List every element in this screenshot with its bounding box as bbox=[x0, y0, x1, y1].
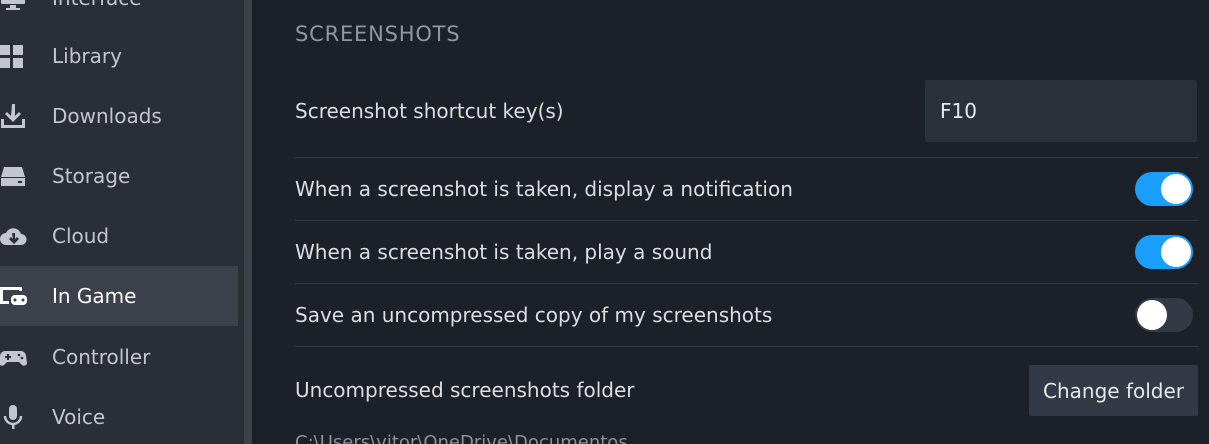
sidebar-scrollbar[interactable] bbox=[244, 0, 252, 444]
divider bbox=[295, 283, 1199, 284]
sidebar-item-label: Voice bbox=[52, 405, 106, 429]
sound-toggle[interactable] bbox=[1135, 235, 1193, 269]
sidebar-item-library[interactable]: Library bbox=[0, 26, 238, 86]
download-icon bbox=[0, 101, 28, 131]
folder-label: Uncompressed screenshots folder bbox=[295, 378, 635, 402]
folder-path: C:\Users\vitor\OneDrive\Documentos bbox=[295, 432, 628, 444]
divider bbox=[295, 157, 1199, 158]
uncompressed-toggle[interactable] bbox=[1135, 298, 1193, 332]
divider bbox=[295, 346, 1199, 347]
grid-icon bbox=[0, 41, 28, 71]
notify-label: When a screenshot is taken, display a no… bbox=[295, 177, 793, 201]
change-folder-button[interactable]: Change folder bbox=[1029, 365, 1198, 416]
toggle-knob bbox=[1161, 237, 1191, 267]
settings-window: Interface Library Downloads Storage Clou bbox=[0, 0, 1209, 444]
sidebar-item-label: Controller bbox=[52, 345, 151, 369]
sound-label: When a screenshot is taken, play a sound bbox=[295, 240, 713, 264]
shortcut-key-input[interactable] bbox=[925, 80, 1197, 142]
settings-panel: SCREENSHOTS Screenshot shortcut key(s) W… bbox=[252, 0, 1209, 444]
sidebar-item-storage[interactable]: Storage bbox=[0, 146, 238, 206]
gamepad-icon bbox=[0, 342, 28, 372]
microphone-icon bbox=[0, 402, 28, 432]
sidebar-item-label: In Game bbox=[52, 284, 137, 308]
divider bbox=[295, 220, 1199, 221]
shortcut-label: Screenshot shortcut key(s) bbox=[295, 99, 564, 123]
monitor-icon bbox=[0, 0, 28, 13]
sidebar-item-interface[interactable]: Interface bbox=[0, 0, 238, 28]
section-title: SCREENSHOTS bbox=[295, 22, 461, 46]
sidebar-item-in-game[interactable]: In Game bbox=[0, 266, 238, 326]
notify-toggle[interactable] bbox=[1135, 172, 1193, 206]
sidebar-item-controller[interactable]: Controller bbox=[0, 327, 238, 387]
sidebar-item-label: Cloud bbox=[52, 224, 110, 248]
sidebar-item-cloud[interactable]: Cloud bbox=[0, 206, 238, 266]
sidebar-item-downloads[interactable]: Downloads bbox=[0, 86, 238, 146]
in-game-icon bbox=[0, 281, 28, 311]
sidebar: Interface Library Downloads Storage Clou bbox=[0, 0, 244, 444]
sidebar-item-label: Storage bbox=[52, 164, 131, 188]
cloud-download-icon bbox=[0, 221, 28, 251]
sidebar-item-voice[interactable]: Voice bbox=[0, 387, 238, 444]
sidebar-item-label: Library bbox=[52, 44, 122, 68]
toggle-knob bbox=[1137, 300, 1167, 330]
uncompressed-label: Save an uncompressed copy of my screensh… bbox=[295, 303, 773, 327]
toggle-knob bbox=[1161, 174, 1191, 204]
drive-icon bbox=[0, 161, 28, 191]
sidebar-item-label: Downloads bbox=[52, 104, 162, 128]
sidebar-item-label: Interface bbox=[52, 0, 142, 10]
